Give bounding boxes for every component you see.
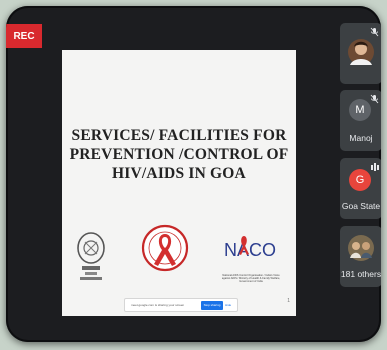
- participant-name: 181 others: [340, 269, 381, 279]
- participant-name: Goa State: [341, 201, 381, 211]
- participant-avatar: G: [349, 169, 371, 191]
- participant-tile-manoj[interactable]: M Manoj: [340, 90, 381, 151]
- meeting-window: REC SERVICES/ FACILITIES FOR PREVENTION …: [6, 6, 381, 342]
- participant-photo-avatar: [348, 39, 374, 65]
- naco-logo-text: NACO: [224, 240, 276, 260]
- naco-caption: National AIDS Control Organisation / Ind…: [221, 274, 281, 283]
- recording-badge: REC: [6, 24, 42, 48]
- share-message: meet.google.com is sharing your screen: [131, 303, 185, 307]
- slide-title-line-1: SERVICES/ FACILITIES FOR: [71, 127, 287, 144]
- slide-title: SERVICES/ FACILITIES FOR PREVENTION /CON…: [62, 126, 296, 183]
- group-photo-avatar: [348, 235, 374, 261]
- recording-label: REC: [13, 30, 35, 42]
- participant-tile-goa-state[interactable]: G Goa State: [340, 158, 381, 219]
- slide-title-line-2: PREVENTION /CONTROL OF: [69, 146, 289, 163]
- slide-title-line-3: HIV/AIDS IN GOA: [112, 165, 246, 182]
- participant-tile-photo[interactable]: [340, 23, 381, 84]
- naco-logo-icon: NACO: [224, 236, 276, 260]
- state-emblem-icon: [77, 232, 105, 280]
- shared-slide: SERVICES/ FACILITIES FOR PREVENTION /CON…: [62, 50, 296, 316]
- slide-page-mark: 1: [287, 298, 290, 304]
- aids-ribbon-logo-icon: [141, 224, 189, 272]
- participant-name: Manoj: [349, 133, 373, 143]
- speaking-indicator-icon: [371, 163, 379, 171]
- mic-muted-icon: [370, 94, 379, 104]
- screen-share-bar: meet.google.com is sharing your screen S…: [124, 298, 238, 312]
- stop-sharing-button[interactable]: Stop sharing: [201, 300, 223, 310]
- hide-button[interactable]: Hide: [225, 303, 237, 307]
- participant-avatar: M: [349, 99, 371, 121]
- mic-muted-icon: [370, 27, 379, 37]
- participant-tile-others[interactable]: 181 others: [340, 226, 381, 287]
